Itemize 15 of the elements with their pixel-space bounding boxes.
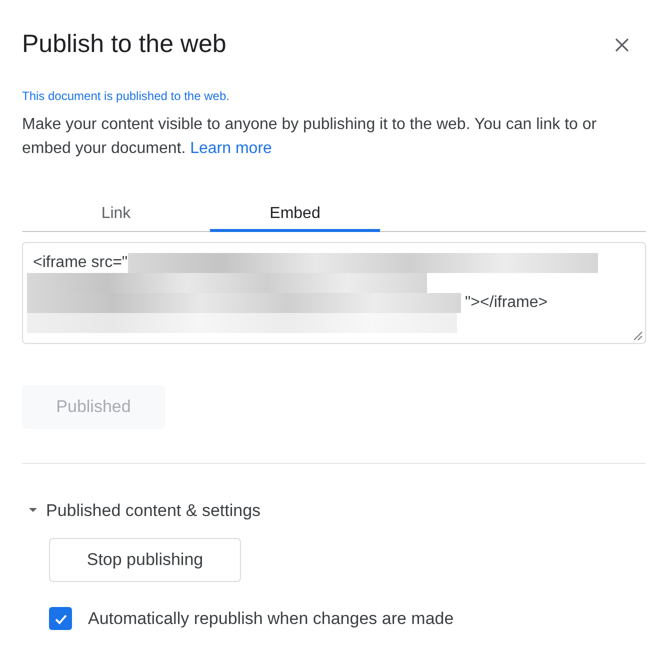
tab[interactable]: Embed (210, 198, 380, 232)
close-icon[interactable] (614, 36, 630, 53)
status-note: This document is published to the web. (22, 88, 230, 104)
settings-expander[interactable]: Published content & settings (22, 498, 261, 523)
description-text: Make your content visible to anyone by publishing it to the web. You can link to or embed your document. Learn more (22, 114, 598, 158)
code-text: <iframe src=" (33, 252, 128, 272)
checkbox[interactable] (49, 607, 72, 630)
dialog-title: Publish to the web (22, 29, 226, 60)
code-text: "></iframe> (465, 292, 548, 312)
tab[interactable]: Link (22, 198, 210, 232)
stop-publishing-button[interactable]: Stop publishing (49, 538, 241, 582)
embed-code-field[interactable]: <iframe src=" "></iframe> (22, 242, 646, 344)
resize-handle-icon[interactable] (633, 330, 643, 340)
checkbox-label: Automatically republish when changes are made (88, 608, 454, 630)
learn-more-link[interactable]: Learn more (190, 140, 272, 156)
